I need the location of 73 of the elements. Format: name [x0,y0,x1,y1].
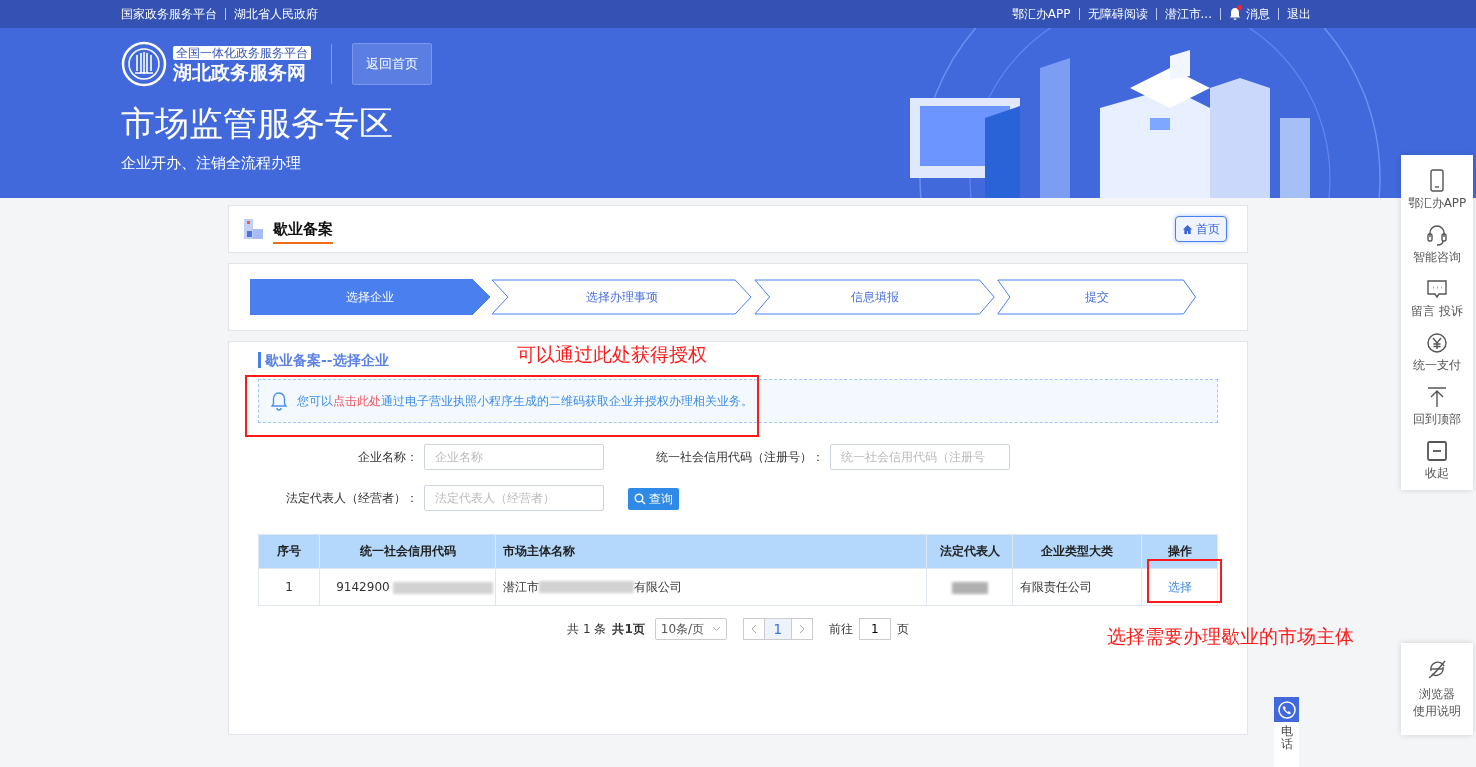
table-cell: 1 [258,568,320,606]
column-header: 统一社会信用代码 [319,534,496,569]
chevron-right-icon [798,624,805,634]
side-tool-button[interactable]: 回到顶部 [1413,385,1461,428]
minus-square-icon [1426,439,1448,463]
step-tab[interactable]: 选择企业 [250,279,490,315]
site-name: 湖北政务服务网 [173,63,307,82]
side-tool-button[interactable]: 智能咨询 [1413,223,1461,266]
emblem-logo-icon [121,41,167,87]
top-link[interactable]: 国家政务服务平台 [121,5,217,23]
top-link[interactable]: 湖北省人民政府 [234,5,318,23]
field-label: 企业名称： [357,448,419,466]
goto-label: 前往 [828,620,853,638]
chat-bubble-icon [1426,277,1448,301]
step-tab[interactable]: 选择办理事项 [491,279,753,315]
field-label: 法定代表人（经营者）： [285,489,419,507]
step-tab[interactable]: 信息填报 [754,279,996,315]
home-button[interactable]: 返回首页 [352,43,432,85]
field-label: 统一社会信用代码（注册号）： [655,448,825,466]
goto-page-field[interactable]: 1 [858,618,891,640]
column-header: 市场主体名称 [495,534,927,569]
browser-icon [1426,658,1448,681]
search-button[interactable]: 查询 [628,488,679,510]
search-field[interactable]: 法定代表人（经营者） [424,485,604,511]
headset-icon [1426,223,1448,247]
notice-text: 您可以点击此处通过电子营业执照小程序生成的二维码获取企业并授权办理相关业务。 [297,392,753,410]
page-size-select[interactable]: 10条/页 [654,618,727,640]
column-header: 操作 [1141,534,1218,569]
table-cell: 有限责任公司 [1013,568,1142,606]
home-icon [1182,223,1193,235]
select-link[interactable]: 选择 [1167,579,1192,594]
messages-link[interactable]: 消息 [1229,5,1270,23]
logo-tagline: 全国一体化政务服务平台 [173,46,311,60]
chevron-left-icon [750,624,757,634]
side-tool-button[interactable]: 鄂汇办APP [1407,169,1467,212]
phone-icon [1277,700,1296,719]
top-link[interactable]: 退出 [1287,5,1311,23]
total-count: 共 1 条 [567,620,607,638]
yuan-coin-icon [1426,331,1448,355]
previous-page-button[interactable] [742,618,765,640]
browser-help-button[interactable]: 浏览器 使用说明 [1401,643,1473,735]
page-number-button[interactable]: 1 [764,618,791,640]
phone-consult-button[interactable]: 电话 [1274,697,1299,767]
credit-code: 9142900 [336,580,390,594]
next-page-button[interactable] [790,618,813,640]
column-header: 法定代表人 [926,534,1013,569]
column-header: 企业类型大类 [1013,534,1142,569]
top-link[interactable]: 无障碍阅读 [1087,5,1148,23]
search-icon [634,493,646,505]
side-tool-button[interactable]: 统一支付 [1413,331,1461,374]
zone-subtitle: 企业开办、注销全流程办理 [121,153,302,173]
top-link[interactable]: 潜江市... [1164,5,1212,23]
home-button[interactable]: 首页 [1175,216,1227,242]
building-icon [243,217,265,241]
bell-icon [269,391,289,411]
annotation-text: 可以通过此处获得授权 [517,342,707,367]
annotation-text: 选择需要办理歇业的市场主体 [1107,624,1354,649]
redacted-blur [951,581,988,594]
search-field[interactable]: 企业名称 [424,444,604,470]
step-tab[interactable]: 提交 [997,279,1197,315]
side-tool-button[interactable]: 留言 投诉 [1411,277,1463,320]
zone-title: 市场监管服务专区 [121,103,394,144]
company-name-end: 有限公司 [633,579,682,594]
column-header: 序号 [258,534,320,569]
side-tool-button[interactable]: 收起 [1425,439,1449,482]
company-name-start: 潜江市 [502,579,539,594]
dropdown-caret-icon [711,626,721,632]
page-count: 共1页 [612,620,645,638]
back-to-top-icon [1426,385,1448,409]
top-link[interactable]: 鄂汇办APP [1011,5,1071,23]
bell-icon [1229,7,1241,21]
page-title: 歇业备案 [273,214,333,244]
page-suffix: 页 [896,620,909,638]
